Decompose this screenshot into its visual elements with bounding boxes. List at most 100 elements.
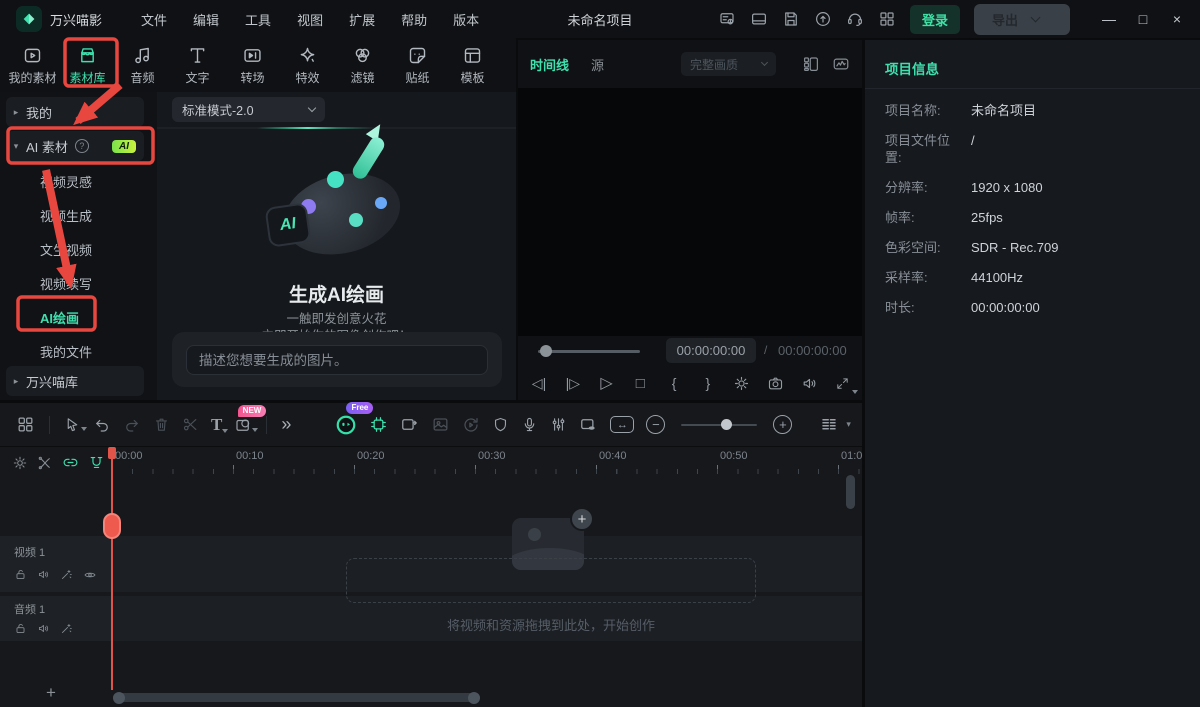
select-tool-icon[interactable]	[64, 416, 81, 433]
horizontal-scrollbar[interactable]	[113, 693, 480, 702]
playhead-line[interactable]	[111, 447, 113, 690]
audio-mixer-icon[interactable]	[550, 416, 567, 433]
unlink-scissors-icon[interactable]	[37, 455, 53, 471]
render-queue-icon[interactable]	[718, 10, 736, 28]
mark-out-button[interactable]: }	[699, 375, 717, 391]
record-voiceover-icon[interactable]	[521, 416, 538, 433]
menu-tools[interactable]: 工具	[232, 4, 284, 35]
menu-file[interactable]: 文件	[128, 4, 180, 35]
timeline-settings-icon[interactable]	[12, 455, 28, 471]
scrubber-track[interactable]	[538, 350, 640, 353]
menu-version[interactable]: 版本	[440, 4, 492, 35]
magic-wand-icon[interactable]	[60, 622, 73, 635]
playhead-flag[interactable]	[108, 447, 116, 459]
tab-timeline-preview[interactable]: 时间线	[530, 55, 569, 74]
lock-track-icon[interactable]	[14, 622, 27, 635]
current-timecode[interactable]: 00:00:00:00	[666, 338, 756, 363]
help-icon[interactable]: ?	[75, 139, 89, 153]
render-preview-icon[interactable]	[462, 416, 480, 434]
login-button[interactable]: 登录	[910, 5, 960, 34]
previous-frame-button[interactable]: ◁|	[530, 375, 548, 392]
snapshot-camera-icon[interactable]	[766, 375, 784, 392]
mute-track-icon[interactable]	[37, 568, 50, 582]
tab-transitions[interactable]: 转场	[226, 45, 279, 86]
scrollbar-right-handle[interactable]	[468, 692, 480, 704]
cut-icon[interactable]	[182, 416, 199, 433]
ai-chip-icon[interactable]	[369, 415, 388, 434]
mask-tool-icon[interactable]: NEW	[234, 416, 252, 434]
redo-icon[interactable]	[123, 416, 141, 434]
image-icon[interactable]	[431, 415, 450, 434]
fit-timeline-icon[interactable]: ↔	[610, 416, 634, 433]
undo-icon[interactable]	[93, 416, 111, 434]
sidebar-group-store[interactable]: ▸ 万兴喵库	[6, 366, 144, 396]
scope-waveform-icon[interactable]	[832, 55, 850, 73]
next-frame-button[interactable]: |▷	[564, 375, 582, 392]
track-height-icon[interactable]	[820, 416, 838, 434]
apps-grid-icon[interactable]	[878, 10, 896, 28]
play-button[interactable]: ▷	[598, 373, 616, 393]
multiview-icon[interactable]	[802, 55, 820, 73]
menu-help[interactable]: 帮助	[388, 4, 440, 35]
export-button[interactable]: 导出	[974, 4, 1070, 35]
menu-extensions[interactable]: 扩展	[336, 4, 388, 35]
maximize-button[interactable]: □	[1128, 4, 1158, 34]
tab-templates[interactable]: 模板	[446, 45, 499, 86]
caret-down-icon[interactable]: ▾	[846, 419, 851, 430]
zoom-slider-handle[interactable]	[721, 419, 732, 430]
auto-ripple-icon[interactable]	[88, 454, 105, 471]
tab-text[interactable]: 文字	[171, 45, 224, 86]
device-dock-icon[interactable]	[750, 10, 768, 28]
sidebar-item-video-generation[interactable]: 视频生成	[40, 198, 92, 232]
tab-filters[interactable]: 滤镜	[336, 45, 389, 86]
tab-my-media[interactable]: 我的素材	[6, 45, 59, 86]
mark-in-button[interactable]: {	[665, 375, 683, 391]
menu-edit[interactable]: 编辑	[180, 4, 232, 35]
media-dropzone[interactable]	[346, 558, 756, 603]
tab-stock-media[interactable]: 素材库	[61, 45, 114, 86]
clip-preview-icon[interactable]	[579, 415, 598, 434]
zoom-in-icon[interactable]: +	[773, 415, 792, 434]
tab-audio[interactable]: 音频	[116, 45, 169, 86]
magic-wand-icon[interactable]	[60, 568, 73, 582]
sidebar-item-text-to-video[interactable]: 文生视频	[40, 232, 92, 266]
playhead-handle[interactable]	[103, 513, 121, 539]
shield-guard-icon[interactable]	[492, 416, 509, 433]
track-layout-icon[interactable]	[16, 415, 35, 434]
sidebar-group-ai-assets[interactable]: ▾ AI 素材 ? AI	[6, 131, 144, 161]
mode-select[interactable]: 标准模式-2.0	[172, 97, 325, 122]
delete-icon[interactable]	[153, 416, 170, 433]
playback-settings-icon[interactable]	[733, 375, 751, 392]
menu-view[interactable]: 视图	[284, 4, 336, 35]
mute-track-icon[interactable]	[37, 622, 50, 635]
hide-track-eye-icon[interactable]	[83, 568, 97, 582]
fullscreen-icon[interactable]	[834, 376, 852, 391]
add-track-button[interactable]: +	[46, 683, 56, 703]
tab-stickers[interactable]: 贴纸	[391, 45, 444, 86]
scrubber-knob[interactable]	[540, 345, 552, 357]
sidebar-item-my-files[interactable]: 我的文件	[40, 334, 92, 368]
stop-button[interactable]: □	[631, 375, 649, 392]
sidebar-group-my[interactable]: ▸ 我的	[6, 97, 144, 127]
volume-icon[interactable]	[800, 375, 818, 392]
headset-support-icon[interactable]	[846, 10, 864, 28]
export-frame-icon[interactable]	[400, 415, 419, 434]
sidebar-item-ai-painting[interactable]: AI绘画	[40, 300, 79, 334]
ai-copilot-icon[interactable]: Free	[335, 414, 357, 436]
tab-effects[interactable]: 特效	[281, 45, 334, 86]
sidebar-item-video-extend[interactable]: 视频续写	[40, 266, 92, 300]
lock-track-icon[interactable]	[14, 568, 27, 582]
cloud-upload-icon[interactable]	[814, 10, 832, 28]
minimize-button[interactable]: —	[1094, 4, 1124, 34]
close-button[interactable]: ×	[1162, 4, 1192, 34]
scrollbar-left-handle[interactable]	[113, 692, 125, 704]
vertical-scrollbar[interactable]	[846, 475, 855, 509]
tab-source-preview[interactable]: 源	[591, 55, 604, 74]
zoom-slider[interactable]	[681, 424, 757, 426]
save-icon[interactable]	[782, 10, 800, 28]
timeline-ruler[interactable]: 00:00 00:10 00:20 00:30 00:40 00:50 01:0…	[112, 447, 862, 478]
sidebar-item-video-inspiration[interactable]: 视频灵感	[40, 164, 92, 198]
zoom-out-icon[interactable]: −	[646, 415, 665, 434]
link-clips-icon[interactable]	[62, 454, 79, 471]
quality-select[interactable]: 完整画质	[681, 52, 776, 76]
